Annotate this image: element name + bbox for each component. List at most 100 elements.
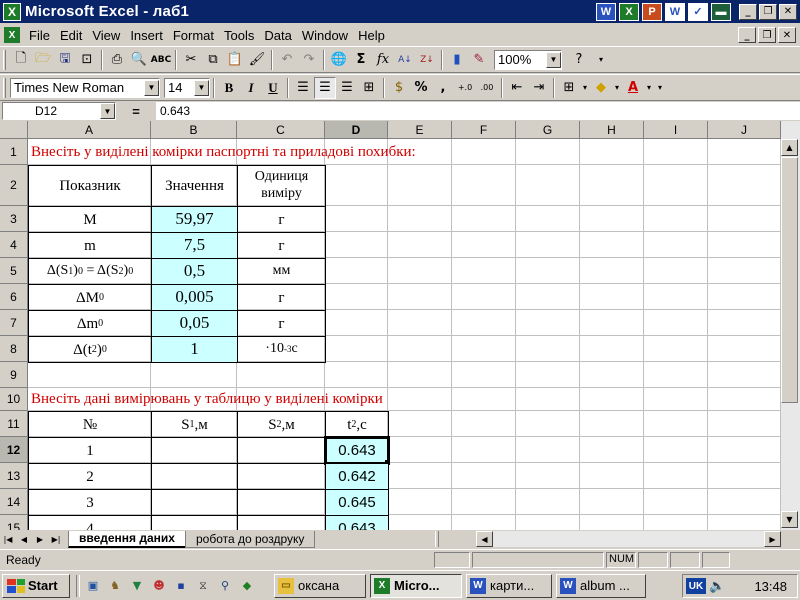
workbook-icon[interactable]: X (4, 27, 20, 43)
measure-s1-cell[interactable] (151, 515, 238, 530)
select-all-corner[interactable] (0, 121, 28, 139)
measure-header-s2[interactable]: S 2 ,м (237, 411, 326, 438)
measure-s1-cell[interactable] (151, 463, 238, 490)
column-header-c[interactable]: C (237, 121, 325, 139)
clock[interactable]: 13:48 (754, 579, 787, 594)
percent-button[interactable]: % (410, 77, 432, 99)
measure-num-cell[interactable]: 3 (28, 489, 152, 516)
bold-button[interactable]: B (218, 77, 240, 99)
tab-data-entry[interactable]: введення даних (68, 530, 186, 548)
menu-view[interactable]: View (87, 28, 125, 43)
disk-icon[interactable]: ▪ (172, 577, 190, 595)
workbook-minimize-button[interactable]: _ (738, 27, 756, 43)
font-color-icon[interactable]: A (622, 77, 644, 99)
fill-color-icon[interactable]: ◆ (590, 77, 612, 99)
workbook-close-button[interactable]: ✕ (778, 27, 796, 43)
measure-t2-cell-active[interactable]: 0.643 (324, 436, 390, 465)
scroll-down-icon[interactable]: ▼ (781, 511, 798, 528)
param-indicator[interactable]: m (28, 232, 152, 259)
help-icon[interactable]: ? (568, 49, 590, 71)
measure-num-cell[interactable]: 4 (28, 515, 152, 530)
first-sheet-icon[interactable]: |◀ (0, 531, 16, 547)
row-header-9[interactable]: 9 (0, 362, 28, 388)
undo-icon[interactable]: ↶ (276, 49, 298, 71)
toolbar-options-icon[interactable]: ▾ (590, 49, 612, 71)
save-icon[interactable]: 🖫 (54, 49, 76, 71)
chart-icon[interactable]: ⧖ (194, 577, 212, 595)
chart-wizard-icon[interactable]: ▮ (446, 49, 468, 71)
row-header-4[interactable]: 4 (0, 232, 28, 258)
row-header-5[interactable]: 5 (0, 258, 28, 284)
formula-equals-label[interactable]: = (116, 104, 156, 119)
close-button[interactable]: ✕ (779, 3, 797, 20)
decrease-indent-icon[interactable]: ⇤ (506, 77, 528, 99)
column-header-j[interactable]: J (708, 121, 781, 139)
param-unit[interactable]: г (237, 310, 326, 337)
tab-split-handle[interactable] (435, 531, 440, 547)
italic-button[interactable]: I (240, 77, 262, 99)
column-header-i[interactable]: I (644, 121, 708, 139)
measure-s1-cell[interactable] (151, 437, 238, 464)
row-header-15[interactable]: 15 (0, 515, 28, 530)
chevron-down-icon[interactable]: ▼ (546, 51, 561, 68)
column-header-e[interactable]: E (388, 121, 452, 139)
hyperlink-icon[interactable]: 🌐 (328, 49, 350, 71)
param-value-input[interactable]: 59,97 (151, 206, 238, 233)
params-header-unit[interactable]: Одиниця виміру (237, 165, 326, 207)
increase-decimal-icon[interactable]: +.0 (454, 77, 476, 99)
word-icon[interactable]: W (596, 2, 616, 21)
excel-icon[interactable]: X (619, 2, 639, 21)
minimize-button[interactable]: _ (739, 3, 757, 20)
column-header-b[interactable]: B (151, 121, 237, 139)
drawing-icon[interactable]: ✎ (468, 49, 490, 71)
vertical-scrollbar[interactable]: ▲ ▼ (781, 121, 800, 530)
volume-icon[interactable]: 🔈 (709, 579, 725, 594)
sort-descending-icon[interactable]: Z↓ (416, 49, 438, 71)
row-header-11[interactable]: 11 (0, 411, 28, 437)
measure-s1-cell[interactable] (151, 489, 238, 516)
param-value-input[interactable]: 7,5 (151, 232, 238, 259)
word-doc-icon[interactable]: W (665, 2, 685, 21)
office-icon[interactable]: ▣ (84, 577, 102, 595)
measure-header-num[interactable]: № (28, 411, 152, 438)
excel-icon[interactable]: X (3, 2, 21, 21)
param-value-input[interactable]: 0,05 (151, 310, 238, 337)
row-header-3[interactable]: 3 (0, 206, 28, 232)
param-indicator[interactable]: Δ(t 2) 0 (28, 336, 152, 363)
heading-passport-errors[interactable]: Внесіть у виділені комірки паспортні та … (31, 139, 416, 165)
scroll-right-icon[interactable]: ▶ (764, 531, 781, 547)
param-indicator[interactable]: Δ(S 1) 0 = Δ(S 2) 0 (28, 258, 152, 285)
comma-button[interactable]: , (432, 77, 454, 99)
row-header-13[interactable]: 13 (0, 463, 28, 489)
sort-ascending-icon[interactable]: A↓ (394, 49, 416, 71)
param-indicator[interactable]: Δm 0 (28, 310, 152, 337)
chevron-down-icon[interactable]: ▾ (612, 77, 622, 99)
open-folder-icon[interactable]: 🗁 (32, 49, 54, 71)
measure-s2-cell[interactable] (237, 515, 326, 530)
horizontal-scrollbar[interactable]: ◀ ▶ (476, 531, 781, 547)
param-value-input[interactable]: 0,5 (151, 258, 238, 285)
function-icon[interactable]: fx (372, 49, 394, 71)
params-header-indicator[interactable]: Показник (28, 165, 152, 207)
param-unit[interactable]: ·10 -3 с (237, 336, 326, 363)
param-value-input[interactable]: 0,005 (151, 284, 238, 311)
funnel-icon[interactable]: ▼ (128, 577, 146, 595)
task-folder[interactable]: ▭ оксана (274, 573, 366, 598)
param-unit[interactable]: г (237, 284, 326, 311)
param-unit[interactable]: г (237, 206, 326, 233)
zoom-select[interactable]: 100% ▼ (494, 49, 562, 70)
web-icon[interactable]: ✓ (688, 2, 708, 21)
last-sheet-icon[interactable]: ▶| (48, 531, 64, 547)
measure-s2-cell[interactable] (237, 463, 326, 490)
measure-header-t2[interactable]: t 2 ,с (325, 411, 389, 438)
column-header-g[interactable]: G (516, 121, 580, 139)
powerpoint-icon[interactable]: P (642, 2, 662, 21)
chevron-down-icon[interactable]: ▼ (194, 79, 209, 96)
row-header-1[interactable]: 1 (0, 139, 28, 165)
menu-format[interactable]: Format (168, 28, 219, 43)
decrease-decimal-icon[interactable]: .00 (476, 77, 498, 99)
row-header-12[interactable]: 12 (0, 437, 28, 463)
row-header-10[interactable]: 10 (0, 388, 28, 411)
name-box[interactable]: D12 ▼ (2, 102, 116, 120)
worksheet-grid[interactable]: A B C D E F G H I J 1 2 3 4 5 6 7 8 9 10… (0, 121, 781, 530)
